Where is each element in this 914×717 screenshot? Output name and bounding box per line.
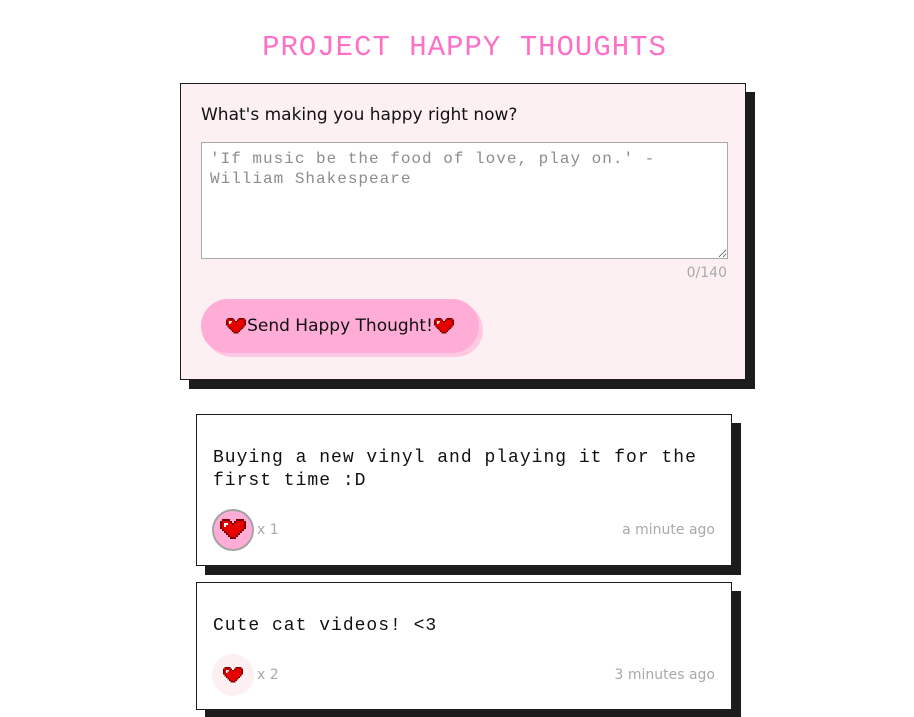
thought-form: What's making you happy right now? 0/140… bbox=[180, 83, 746, 380]
like-count: x 1 bbox=[257, 522, 279, 538]
like-button[interactable] bbox=[212, 509, 254, 551]
form-label: What's making you happy right now? bbox=[201, 105, 518, 125]
page-title: PROJECT HAPPY THOUGHTS bbox=[262, 31, 667, 64]
send-button-label: Send Happy Thought! bbox=[247, 316, 433, 336]
character-counter: 0/140 bbox=[686, 265, 727, 281]
thought-timestamp: 3 minutes ago bbox=[614, 667, 715, 683]
send-thought-button[interactable]: Send Happy Thought! bbox=[201, 299, 479, 353]
like-button[interactable] bbox=[212, 654, 254, 696]
heart-icon bbox=[223, 666, 243, 684]
heart-icon bbox=[226, 317, 247, 335]
thought-timestamp: a minute ago bbox=[622, 522, 715, 538]
like-count: x 2 bbox=[257, 667, 279, 683]
heart-icon bbox=[433, 317, 454, 335]
thought-input[interactable] bbox=[201, 142, 728, 259]
heart-icon bbox=[220, 519, 246, 541]
thought-card: Buying a new vinyl and playing it for th… bbox=[196, 414, 732, 566]
thought-message: Cute cat videos! <3 bbox=[213, 616, 438, 636]
thought-message: Buying a new vinyl and playing it for th… bbox=[213, 448, 697, 491]
thought-card: Cute cat videos! <3 x 2 3 minutes ago bbox=[196, 582, 732, 710]
